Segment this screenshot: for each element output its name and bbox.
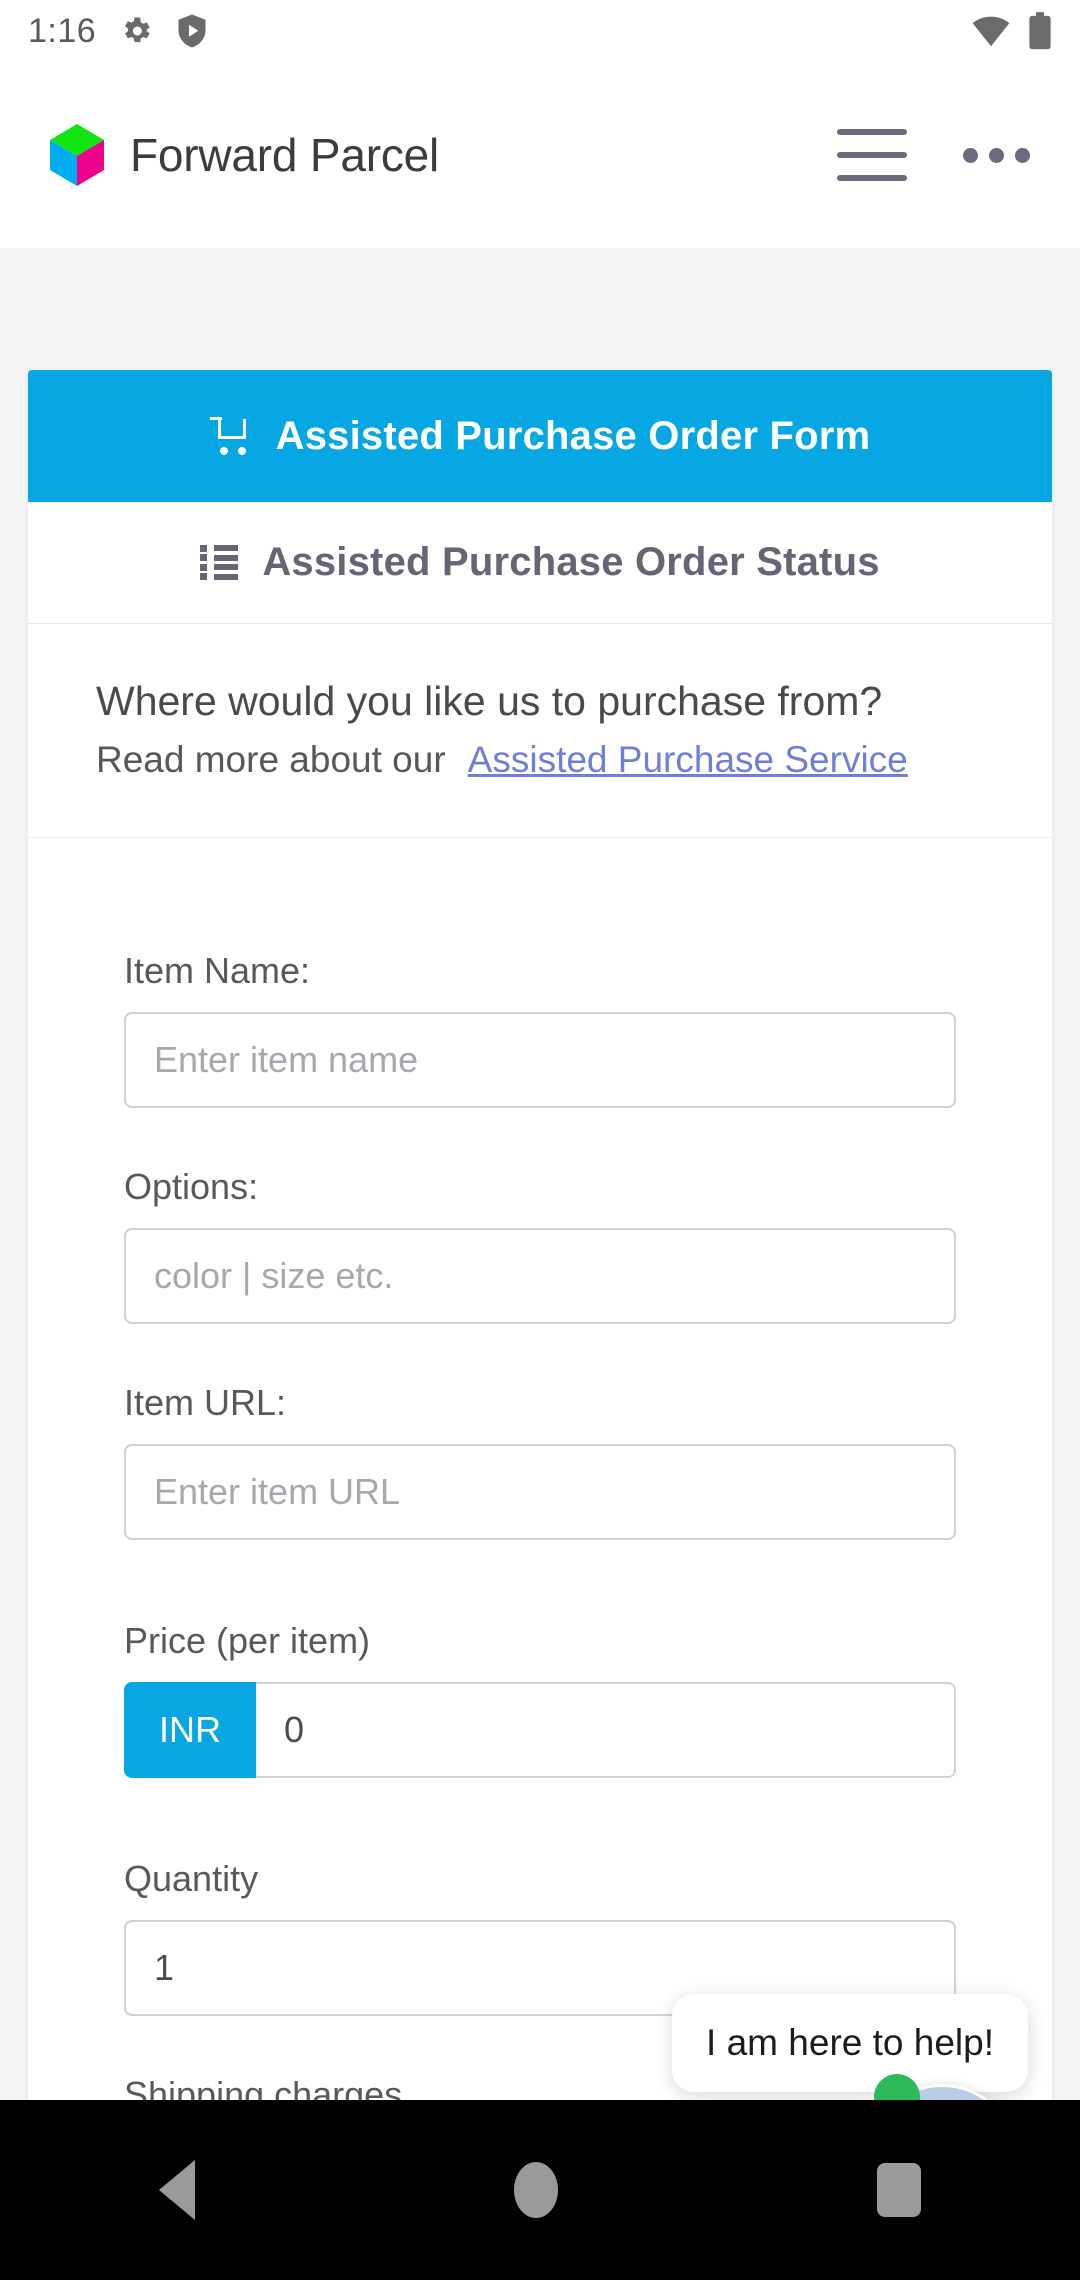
- back-triangle-icon[interactable]: [159, 2160, 196, 2220]
- options-input[interactable]: [124, 1228, 956, 1325]
- purchase-order-form: Item Name: Options: Item URL: Price (per…: [28, 838, 1052, 2176]
- quantity-label: Quantity: [124, 1858, 259, 1900]
- tab-assisted-purchase-order-form[interactable]: Assisted Purchase Order Form: [28, 370, 1052, 502]
- page-content: Assisted Purchase Order Form Assisted Pu…: [0, 248, 1080, 2280]
- wifi-icon: [972, 16, 1010, 47]
- recents-square-icon[interactable]: [876, 2163, 921, 2217]
- options-label: Options:: [124, 1166, 259, 1208]
- intro-section: Where would you like us to purchase from…: [28, 624, 1052, 839]
- list-icon: [200, 544, 239, 581]
- status-bar-right: [970, 12, 1052, 50]
- shopping-cart-icon: [209, 417, 252, 455]
- battery-icon: [1029, 12, 1051, 50]
- read-more-line: Read more about our Assisted Purchase Ser…: [96, 739, 984, 781]
- read-more-prefix: Read more about our: [96, 739, 446, 781]
- field-options: Options:: [124, 1166, 956, 1325]
- price-label: Price (per item): [124, 1620, 371, 1662]
- tab-label: Assisted Purchase Order Status: [262, 540, 880, 584]
- gear-icon: [125, 17, 150, 43]
- tab-assisted-purchase-order-status[interactable]: Assisted Purchase Order Status: [28, 502, 1052, 624]
- field-price: Price (per item) INR: [124, 1620, 956, 1779]
- android-navigation-bar: [0, 2100, 1080, 2280]
- chat-greeting-bubble[interactable]: I am here to help!: [672, 1994, 1028, 2092]
- more-options-icon[interactable]: [959, 138, 1034, 173]
- tab-label: Assisted Purchase Order Form: [275, 413, 871, 458]
- field-item-url: Item URL:: [124, 1382, 956, 1541]
- hamburger-menu-icon[interactable]: [837, 129, 907, 181]
- item-url-input[interactable]: [124, 1444, 956, 1541]
- status-bar-left: 1:16: [28, 13, 208, 49]
- app-header: Forward Parcel: [0, 62, 1080, 248]
- home-circle-icon[interactable]: [513, 2162, 558, 2218]
- status-bar-clock: 1:16: [28, 12, 97, 50]
- status-bar: 1:16: [0, 0, 1080, 62]
- app-header-actions: [837, 129, 1034, 181]
- assisted-purchase-service-link[interactable]: Assisted Purchase Service: [468, 739, 908, 780]
- page-title: Where would you like us to purchase from…: [96, 678, 883, 724]
- item-url-label: Item URL:: [124, 1382, 287, 1424]
- currency-selector[interactable]: INR: [124, 1682, 256, 1779]
- item-name-label: Item Name:: [124, 950, 311, 992]
- phone-screen: 1:16 Forward Parcel Assisted Purchase Or…: [0, 0, 1080, 2280]
- field-quantity: Quantity: [124, 1858, 956, 2017]
- purchase-order-card: Assisted Purchase Order Form Assisted Pu…: [28, 370, 1052, 2177]
- item-name-input[interactable]: [124, 1012, 956, 1109]
- field-item-name: Item Name:: [124, 950, 956, 1109]
- brand-name: Forward Parcel: [130, 129, 440, 181]
- cube-logo-icon: [50, 124, 104, 186]
- price-input-group: INR: [124, 1682, 956, 1779]
- shield-play-icon: [178, 14, 206, 48]
- price-input[interactable]: [256, 1682, 956, 1779]
- brand-logo-group[interactable]: Forward Parcel: [46, 122, 439, 188]
